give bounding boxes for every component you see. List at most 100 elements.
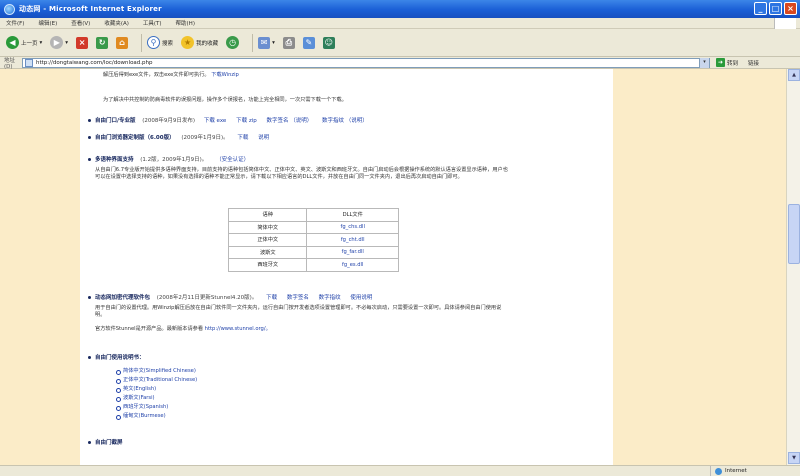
address-dropdown-icon[interactable]: ▾ — [699, 57, 709, 68]
digital-fingerprint-link[interactable]: 数字指纹 — [319, 295, 341, 301]
table-row: 简体中文 fg_chs.dll — [227, 220, 399, 234]
go-arrow-icon: ➜ — [716, 58, 725, 67]
back-arrow-icon: ◀ — [6, 36, 19, 49]
windows-logo-icon — [774, 18, 796, 29]
forward-button[interactable]: ▶ ▾ — [50, 36, 68, 49]
section-body: 用于自由门的设置代理。用Winzip解压后放在自由门软件同一文件夹内，运行自由门… — [95, 305, 502, 318]
table-cell: 简体中文 — [227, 220, 308, 234]
close-button[interactable]: × — [784, 2, 797, 15]
scroll-thumb[interactable] — [788, 204, 800, 264]
stop-button[interactable]: × — [76, 36, 89, 49]
section-note: (2008年9月9日发布) — [142, 118, 196, 124]
section-bullet — [88, 296, 91, 299]
section-title: 自由门口/专业版 — [95, 118, 136, 124]
address-input[interactable]: http://dongtaiwang.com/loc/download.php … — [22, 57, 710, 68]
table-cell: 西班牙文 — [227, 258, 308, 272]
digital-signature-link[interactable]: 数字签名 （说明） — [266, 118, 312, 124]
language-link[interactable]: 波斯文(Farsi) — [116, 394, 197, 403]
menu-help[interactable]: 帮助(H) — [176, 19, 195, 27]
messenger-icon: ☺ — [322, 36, 335, 49]
security-zone: Internet — [710, 466, 800, 476]
back-label: 上一页 — [21, 40, 38, 47]
menu-view[interactable]: 查看(V) — [71, 19, 90, 27]
winzip-note: 解压后得到exe文件，双击exe文件即可执行。 下载Winzip — [103, 72, 603, 79]
digital-signature-link[interactable]: 数字签名 — [287, 295, 309, 301]
section-dynaweb-proxy: 动态网加密代理软件包 (2008年2月11日更新Stunnel4.20版)。 下… — [88, 295, 603, 333]
section-screenshots: 自由门截屏 — [88, 440, 603, 447]
messenger-button[interactable]: ☺ — [322, 36, 335, 49]
section-bullet — [88, 158, 91, 161]
refresh-button[interactable]: ↻ — [96, 36, 109, 49]
forward-arrow-icon: ▶ — [50, 36, 64, 49]
menu-edit[interactable]: 编辑(E) — [38, 19, 57, 27]
maximize-button[interactable]: □ — [769, 2, 782, 15]
back-button[interactable]: ◀ 上一页 ▾ — [6, 36, 42, 49]
dll-link[interactable]: fg_far.dll — [306, 245, 399, 259]
home-icon: ⌂ — [116, 36, 129, 49]
stunnel-note-text: 官方软件Stunnel是开源产品。最新版本请参看 — [95, 326, 204, 332]
scroll-down-icon[interactable]: ▼ — [788, 452, 800, 464]
search-label: 搜索 — [162, 40, 174, 47]
digital-fingerprint-link[interactable]: 数字指纹 （说明） — [322, 118, 368, 124]
edit-button[interactable]: ✎ — [302, 36, 315, 49]
security-cert-link[interactable]: （安全认证） — [216, 157, 249, 163]
menu-file[interactable]: 文件(F) — [6, 19, 24, 27]
home-button[interactable]: ⌂ — [116, 36, 129, 49]
table-cell: 正体中文 — [227, 233, 308, 247]
section-title: 自由门截屏 — [95, 440, 123, 446]
table-row: 西班牙文 fg_es.dll — [227, 258, 399, 272]
section-browser-custom: 自由门浏览器定制版（6.00版） (2009年1月9日)。 下载 说明 — [88, 135, 603, 142]
language-link[interactable]: 西班牙文(Spanish) — [116, 403, 197, 412]
mail-dropdown-icon[interactable]: ▾ — [272, 40, 275, 46]
download-exe-link[interactable]: 下载 exe — [204, 118, 227, 124]
winzip-note-text: 解压后得到exe文件，双击exe文件即可执行。 — [103, 72, 210, 78]
dll-link[interactable]: fg_es.dll — [306, 258, 399, 272]
dll-link[interactable]: fg_cht.dll — [306, 233, 399, 247]
history-button[interactable]: ◷ — [226, 36, 240, 49]
forward-dropdown-icon[interactable]: ▾ — [65, 40, 68, 46]
language-link[interactable]: 正体中文(Traditional Chinese) — [116, 376, 197, 385]
language-link[interactable]: 简体中文(Simplified Chinese) — [116, 367, 197, 376]
section-bullet — [88, 356, 91, 359]
print-button[interactable]: ⎙ — [282, 36, 295, 49]
menu-tools[interactable]: 工具(T) — [143, 19, 162, 27]
menu-favorites[interactable]: 收藏夹(A) — [104, 19, 129, 27]
download-zip-link[interactable]: 下载 zip — [236, 118, 257, 124]
print-icon: ⎙ — [282, 36, 295, 49]
ie-logo-icon — [4, 3, 15, 15]
section-title: 自由门使用说明书： — [95, 355, 145, 361]
table-header-row: 语种 DLL文件 — [227, 208, 399, 222]
description-link[interactable]: 说明 — [258, 135, 269, 141]
scroll-up-icon[interactable]: ▲ — [788, 69, 800, 81]
language-link[interactable]: 缅甸文(Burmese) — [116, 412, 197, 421]
stop-icon: × — [76, 36, 89, 49]
history-icon: ◷ — [226, 36, 240, 49]
section-title: 自由门浏览器定制版（6.00版） — [95, 135, 175, 141]
section-bullet — [88, 441, 91, 444]
mail-button[interactable]: ✉ ▾ — [258, 36, 275, 49]
language-link[interactable]: 英文(English) — [116, 385, 197, 394]
back-dropdown-icon[interactable]: ▾ — [40, 40, 43, 46]
download-link[interactable]: 下载 — [237, 135, 248, 141]
search-button[interactable]: ⚲ 搜索 — [147, 36, 173, 49]
winzip-download-link[interactable]: 下载Winzip — [211, 72, 239, 78]
stunnel-link[interactable]: http://www.stunnel.org/。 — [205, 326, 271, 332]
section-note: (2009年1月9日)。 — [181, 135, 229, 141]
links-toolbar[interactable]: 链接 — [748, 59, 759, 67]
table-header: DLL文件 — [306, 208, 399, 222]
toolbar-divider — [141, 33, 143, 52]
address-label: 地址(D) — [4, 57, 16, 70]
language-list: 简体中文(Simplified Chinese) 正体中文(Traditiona… — [116, 367, 197, 421]
globe-icon — [715, 467, 722, 475]
address-bar: 地址(D) http://dongtaiwang.com/loc/downloa… — [0, 57, 800, 70]
minimize-button[interactable]: _ — [754, 2, 767, 15]
toolbar: ◀ 上一页 ▾ ▶ ▾ × ↻ ⌂ ⚲ 搜索 ★ 我的收藏 ◷ ✉ ▾ ⎙ ✎ … — [0, 29, 800, 57]
dll-link[interactable]: fg_chs.dll — [306, 220, 399, 234]
section-title: 多语种界面支持 — [95, 157, 134, 163]
download-link[interactable]: 下载 — [266, 295, 277, 301]
edit-page-icon: ✎ — [302, 36, 315, 49]
usage-guide-link[interactable]: 使用说明 — [350, 295, 372, 301]
vertical-scrollbar[interactable]: ▲ ▼ — [786, 69, 800, 465]
favorites-button[interactable]: ★ 我的收藏 — [181, 36, 218, 49]
go-button[interactable]: ➜ 转到 — [716, 58, 738, 67]
